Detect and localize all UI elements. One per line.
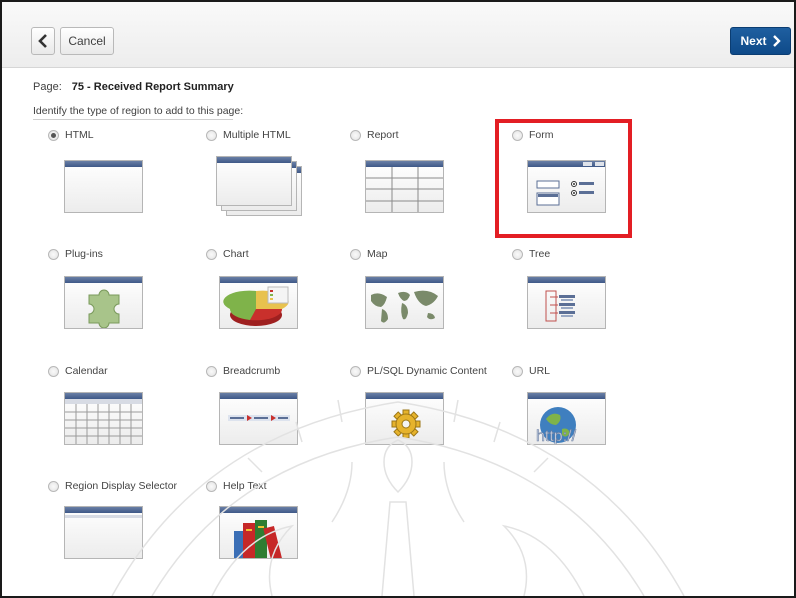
- region-option-report[interactable]: Report: [350, 128, 500, 213]
- region-label: Report: [367, 129, 399, 141]
- region-option-multiple-html[interactable]: Multiple HTML: [206, 128, 356, 216]
- region-radio[interactable]: [48, 480, 59, 492]
- region-label: Plug-ins: [65, 248, 103, 260]
- chevron-right-icon: [772, 35, 781, 47]
- region-radio[interactable]: [512, 365, 523, 377]
- region-option-map[interactable]: Map: [350, 247, 500, 329]
- region-option-html[interactable]: HTML: [48, 128, 198, 213]
- region-label: HTML: [65, 129, 94, 141]
- region-radio[interactable]: [206, 480, 217, 492]
- region-option-plug-ins[interactable]: Plug-ins: [48, 247, 198, 329]
- region-label: Map: [367, 248, 388, 260]
- region-radio[interactable]: [48, 248, 59, 260]
- report-table-icon[interactable]: [365, 160, 444, 213]
- instruction-text: Identify the type of region to add to th…: [33, 105, 244, 117]
- wizard-toolbar: Cancel Next: [2, 2, 794, 68]
- next-button[interactable]: Next: [730, 27, 791, 55]
- region-radio[interactable]: [206, 129, 217, 141]
- region-label: Chart: [223, 248, 249, 260]
- region-radio[interactable]: [206, 248, 217, 260]
- region-option-breadcrumb[interactable]: Breadcrumb: [206, 364, 356, 445]
- pie-chart-icon[interactable]: [219, 276, 298, 329]
- region-radio[interactable]: [350, 365, 361, 377]
- region-option-chart[interactable]: Chart: [206, 247, 356, 329]
- region-option-region-display-selector[interactable]: Region Display Selector: [48, 479, 198, 559]
- region-radio[interactable]: [512, 248, 523, 260]
- calendar-grid-icon[interactable]: [64, 392, 143, 445]
- page-value: 75 - Received Report Summary: [71, 81, 234, 93]
- region-radio[interactable]: [350, 129, 361, 141]
- page-label: Page:: [33, 81, 62, 93]
- region-label: PL/SQL Dynamic Content: [367, 365, 487, 377]
- back-button[interactable]: [31, 27, 55, 55]
- region-radio[interactable]: [48, 129, 59, 141]
- region-label: Region Display Selector: [65, 480, 178, 492]
- world-map-icon[interactable]: [365, 276, 444, 329]
- region-option-plsql[interactable]: PL/SQL Dynamic Content: [350, 364, 500, 445]
- tree-icon[interactable]: [527, 276, 606, 329]
- cancel-button[interactable]: Cancel: [60, 27, 114, 55]
- next-button-label: Next: [740, 34, 767, 48]
- region-option-tree[interactable]: Tree: [512, 247, 662, 329]
- multiple-html-icon[interactable]: [216, 156, 308, 220]
- puzzle-piece-icon[interactable]: [64, 276, 143, 329]
- region-label: Calendar: [65, 365, 108, 377]
- region-selector-icon[interactable]: [64, 506, 143, 559]
- region-label: Breadcrumb: [223, 365, 281, 377]
- books-icon[interactable]: [219, 506, 298, 559]
- wizard-window: Cancel Next Page: 75 - Received Report Su…: [0, 0, 796, 598]
- region-option-calendar[interactable]: Calendar: [48, 364, 198, 445]
- page-info: Page: 75 - Received Report Summary: [33, 81, 234, 93]
- region-label: URL: [529, 365, 551, 377]
- region-option-url[interactable]: URL http://: [512, 364, 662, 445]
- breadcrumb-icon[interactable]: [219, 392, 298, 445]
- gear-icon[interactable]: [365, 392, 444, 445]
- region-radio[interactable]: [48, 365, 59, 377]
- instruction-divider: [33, 119, 233, 120]
- region-label: Tree: [529, 248, 551, 260]
- region-label: Multiple HTML: [223, 129, 291, 141]
- globe-http-icon[interactable]: http://: [527, 392, 606, 445]
- url-thumb-text: http://: [536, 428, 577, 445]
- region-option-help-text[interactable]: Help Text: [206, 479, 356, 559]
- region-radio[interactable]: [206, 365, 217, 377]
- region-label: Help Text: [223, 480, 267, 492]
- html-region-icon[interactable]: [64, 160, 143, 213]
- form-highlight-box: [495, 119, 632, 238]
- chevron-left-icon: [38, 34, 47, 48]
- region-radio[interactable]: [350, 248, 361, 260]
